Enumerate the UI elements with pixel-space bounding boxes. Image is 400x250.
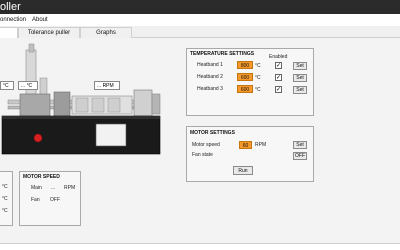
motor-settings-title: MOTOR SETTINGS: [190, 130, 235, 136]
heatband-3-unit: °C: [255, 87, 261, 93]
temperature-settings-title: TEMPERATURE SETTINGS: [190, 51, 255, 57]
heatband-3-input[interactable]: 600: [237, 85, 253, 93]
enabled-header: Enabled: [269, 54, 288, 60]
heatband-1-set-button[interactable]: Set: [293, 62, 307, 70]
motor-settings-panel: MOTOR SETTINGS Motor speed 60 RPM Set Fa…: [186, 126, 314, 182]
rpm-readout-unit: RPM: [102, 83, 114, 89]
temp-unit-2: °C: [2, 196, 8, 202]
heatband-2-enabled-checkbox[interactable]: ✓: [275, 74, 282, 81]
heatband-3-set-button[interactable]: Set: [293, 86, 307, 94]
heatband-3-enabled-checkbox[interactable]: ✓: [275, 86, 282, 93]
heatband-2-unit: °C: [255, 75, 261, 81]
status-bar: [0, 243, 400, 250]
motor-speed-title: MOTOR SPEED: [23, 174, 60, 180]
menu-connection[interactable]: onnection: [0, 14, 26, 26]
tab-tolerance-puller[interactable]: Tolerance puller: [18, 27, 80, 38]
temp-readout-1-unit: °C: [3, 83, 9, 89]
main-speed-value: ...: [51, 185, 56, 191]
temperature-panel: °C °C °C: [0, 171, 13, 226]
window-title: oller: [0, 1, 21, 13]
rpm-readout-value: ...: [97, 83, 102, 89]
heatband-2-set-button[interactable]: Set: [293, 74, 307, 82]
heatband-1-label: Heatband 1: [197, 62, 223, 68]
machine-image: [1, 43, 161, 155]
title-bar: oller: [0, 0, 400, 14]
menu-about[interactable]: About: [32, 14, 48, 26]
temp-unit-1: °C: [2, 184, 8, 190]
heatband-1-input[interactable]: 800: [237, 61, 253, 69]
temp-readout-2: ... °C: [18, 81, 38, 90]
motor-speed-label: Motor speed: [192, 142, 220, 148]
fan-label: Fan: [31, 197, 40, 203]
fan-value: OFF: [50, 197, 60, 203]
fan-state-label: Fan state: [192, 152, 213, 158]
motor-speed-input[interactable]: 60: [239, 141, 252, 149]
motor-speed-panel: MOTOR SPEED Main ... RPM Fan OFF: [19, 171, 81, 226]
tab-graphs[interactable]: Graphs: [80, 27, 132, 38]
motor-speed-unit: RPM: [255, 142, 267, 148]
main-speed-label: Main: [31, 185, 42, 191]
rpm-readout: ... RPM: [94, 81, 120, 90]
temp-readout-1: °C: [0, 81, 14, 90]
menu-bar: onnection About: [0, 14, 400, 26]
main-speed-unit: RPM: [64, 185, 76, 191]
heatband-3-label: Heatband 3: [197, 86, 223, 92]
temperature-settings-panel: TEMPERATURE SETTINGS Enabled Heatband 1 …: [186, 48, 314, 116]
heatband-1-enabled-checkbox[interactable]: ✓: [275, 62, 282, 69]
heatband-2-label: Heatband 2: [197, 74, 223, 80]
temp-readout-2-value: ...: [21, 83, 26, 89]
heatband-2-input[interactable]: 600: [237, 73, 253, 81]
tab-strip: Tolerance puller Graphs: [0, 26, 400, 39]
temp-readout-2-unit: °C: [26, 83, 33, 89]
fan-state-toggle-button[interactable]: OFF: [293, 152, 307, 160]
run-button[interactable]: Run: [233, 166, 253, 175]
temp-unit-3: °C: [2, 208, 8, 214]
motor-speed-set-button[interactable]: Set: [293, 141, 307, 149]
heatband-1-unit: °C: [255, 63, 261, 69]
